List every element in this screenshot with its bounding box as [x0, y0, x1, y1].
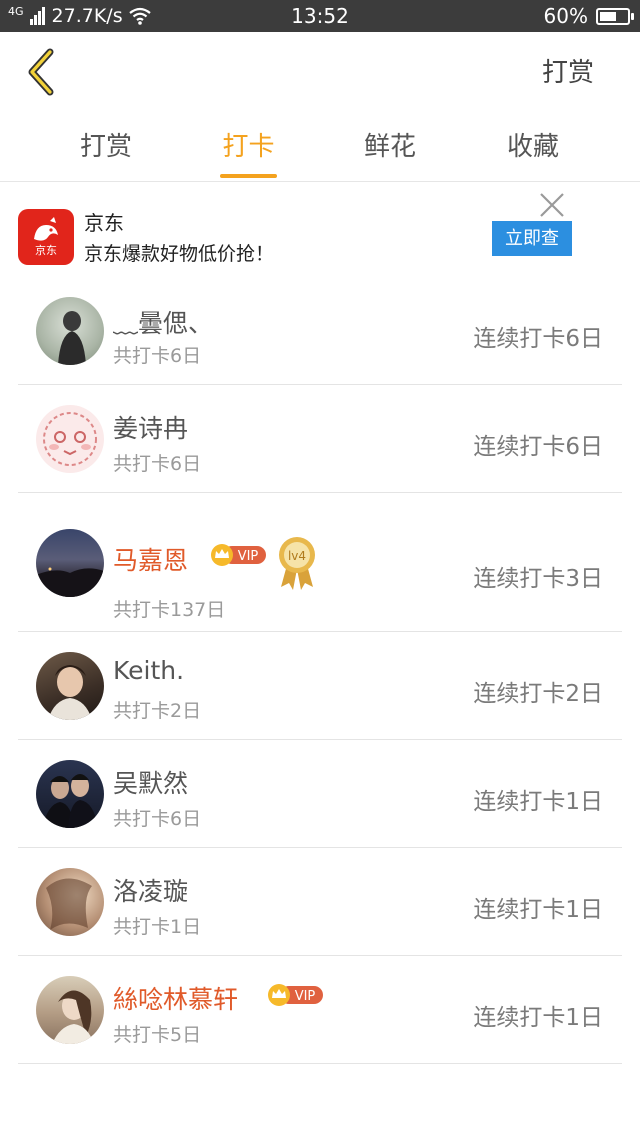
username[interactable]: Keith. — [113, 656, 184, 685]
status-right: 60% — [543, 0, 634, 32]
tab-label: 打赏 — [79, 132, 132, 162]
vip-badge: VIP — [211, 544, 266, 566]
total-checkins: 共打卡6日 — [113, 453, 202, 475]
avatar-duo — [42, 774, 98, 828]
checkin-list: ﹏曇偲、 共打卡6日 连续打卡6日 姜诗冉 共打卡6日 连续打卡6日 马嘉恩 V… — [0, 284, 640, 1064]
back-button[interactable] — [20, 46, 68, 96]
avatar[interactable] — [36, 868, 104, 936]
list-item[interactable]: 絲唸林慕轩 VIP 共打卡5日 连续打卡1日 — [0, 956, 640, 1064]
vip-badge: VIP — [268, 984, 323, 1006]
total-checkins: 共打卡6日 — [113, 808, 202, 830]
tab-reward[interactable]: 打赏 — [78, 126, 134, 182]
avatar[interactable] — [36, 652, 104, 720]
list-item[interactable]: 姜诗冉 共打卡6日 连续打卡6日 — [0, 385, 640, 493]
avatar-portrait — [48, 665, 92, 720]
streak-days: 连续打卡3日 — [473, 566, 603, 592]
username[interactable]: 马嘉恩 — [113, 541, 188, 577]
list-item[interactable]: 马嘉恩 VIP lv4 共打卡137日 连续打卡3日 — [0, 493, 640, 632]
tab-favorites[interactable]: 收藏 — [505, 126, 561, 182]
header: 打赏 — [0, 32, 640, 112]
battery-icon — [596, 7, 634, 25]
jd-logo: 京东 — [18, 209, 74, 265]
tab-label: 鲜花 — [363, 132, 416, 162]
close-icon[interactable] — [538, 191, 566, 219]
avatar-figure — [58, 311, 86, 365]
avatar-soft-portrait — [52, 990, 94, 1044]
avatar[interactable] — [36, 976, 104, 1044]
avatar[interactable] — [36, 760, 104, 828]
avatar[interactable] — [36, 297, 104, 365]
list-item[interactable]: 吴默然 共打卡6日 连续打卡1日 — [0, 740, 640, 848]
status-bar: 4G 27.7K/s 13:52 60% — [0, 0, 640, 32]
battery-fill — [600, 11, 616, 21]
list-item[interactable]: ﹏曇偲、 共打卡6日 连续打卡6日 — [0, 284, 640, 385]
tab-bar: 打赏 打卡 鲜花 收藏 — [0, 112, 640, 182]
ad-description: 京东爆款好物低价抢！ — [84, 243, 275, 265]
vip-badge-label: VIP — [295, 989, 316, 1004]
total-checkins: 共打卡5日 — [113, 1024, 202, 1046]
username[interactable]: 姜诗冉 — [113, 409, 188, 445]
username[interactable]: 絲唸林慕轩 — [113, 980, 238, 1016]
chevron-left-icon — [28, 48, 54, 96]
list-item[interactable]: Keith. 共打卡2日 连续打卡2日 — [0, 632, 640, 740]
streak-days: 连续打卡1日 — [473, 789, 603, 815]
tab-label: 打卡 — [222, 132, 275, 162]
ad-cta-button[interactable]: 立即查 — [492, 221, 572, 256]
avatar-landscape — [36, 567, 104, 597]
level-medal-icon: lv4 — [279, 537, 315, 590]
username[interactable]: 吴默然 — [113, 764, 188, 800]
tab-checkin[interactable]: 打卡 — [220, 126, 277, 182]
reward-action-button[interactable]: 打赏 — [542, 52, 594, 89]
streak-days: 连续打卡1日 — [473, 897, 603, 923]
username[interactable]: 洛凌璇 — [113, 872, 188, 908]
divider — [18, 1063, 622, 1064]
total-checkins: 共打卡2日 — [113, 700, 202, 722]
medal-label: lv4 — [288, 549, 306, 563]
avatar[interactable] — [36, 529, 104, 597]
total-checkins: 共打卡6日 — [113, 345, 202, 367]
active-tab-indicator — [220, 174, 277, 178]
total-checkins: 共打卡137日 — [113, 599, 226, 621]
list-item[interactable]: 洛凌璇 共打卡1日 连续打卡1日 — [0, 848, 640, 956]
ad-title: 京东 — [84, 211, 124, 235]
avatar[interactable] — [36, 405, 104, 473]
tab-flowers[interactable]: 鲜花 — [362, 126, 418, 182]
battery-percent: 60% — [543, 4, 588, 28]
avatar-hair — [46, 878, 92, 930]
streak-days: 连续打卡2日 — [473, 681, 603, 707]
streak-days: 连续打卡1日 — [473, 1005, 603, 1031]
streak-days: 连续打卡6日 — [473, 326, 603, 352]
vip-badge-label: VIP — [238, 549, 259, 564]
username[interactable]: ﹏曇偲、 — [113, 304, 213, 340]
jd-logo-text: 京东 — [35, 244, 57, 257]
tab-label: 收藏 — [506, 132, 559, 162]
streak-days: 连续打卡6日 — [473, 434, 603, 460]
avatar-face-drawing — [43, 412, 97, 466]
total-checkins: 共打卡1日 — [113, 916, 202, 938]
ad-banner[interactable]: 京东 京东 京东爆款好物低价抢！ 立即查 — [0, 183, 640, 285]
